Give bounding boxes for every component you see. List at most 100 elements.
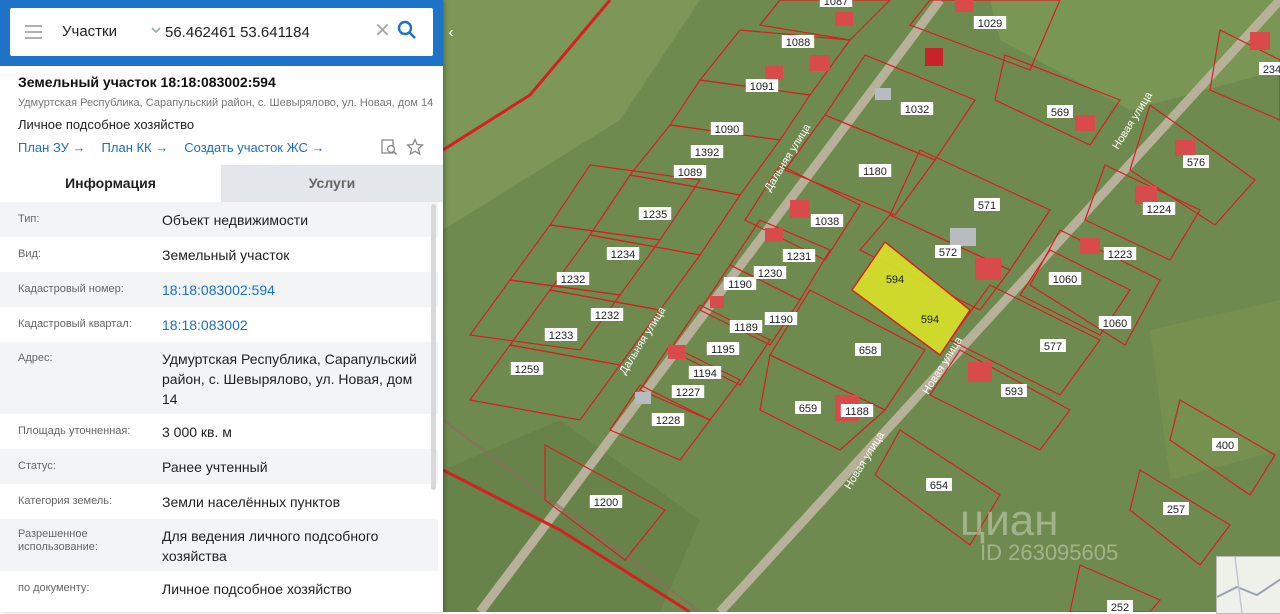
parcel-label: 1038 bbox=[815, 216, 839, 228]
parcel-label: 1189 bbox=[734, 322, 758, 334]
row-label: по документу: bbox=[18, 582, 90, 594]
parcel-label: 1228 bbox=[656, 415, 680, 427]
table-row: Тип: Объект недвижимости bbox=[0, 202, 438, 237]
row-value: Земли населённых пунктов bbox=[162, 494, 341, 510]
minimap-icon bbox=[1217, 557, 1280, 613]
parcel-label: 571 bbox=[978, 200, 996, 212]
parcel-label: 1088 bbox=[786, 37, 810, 49]
parcel-label: 1235 bbox=[643, 209, 667, 221]
parcel-label: 659 bbox=[799, 403, 817, 415]
panel-tabs: Информация Услуги bbox=[0, 165, 443, 202]
parcel-label: 1190 bbox=[728, 279, 752, 291]
table-row: по документу: Личное подсобное хозяйство bbox=[0, 571, 438, 606]
row-value: Для ведения личного подсобного хозяйства bbox=[162, 528, 379, 564]
parcel-label: 1392 bbox=[695, 147, 719, 159]
parcel-label: 1259 bbox=[515, 364, 539, 376]
parcel-label: 400 bbox=[1216, 440, 1234, 452]
row-value: 3 000 кв. м bbox=[162, 424, 232, 440]
panel-scrollbar[interactable] bbox=[431, 204, 436, 490]
row-label: Разрешенное использование: bbox=[18, 528, 98, 553]
row-value: Удмуртская Республика, Сарапульский райо… bbox=[162, 351, 417, 407]
parcel-label: 1195 bbox=[711, 344, 735, 356]
cadastral-quarter-link[interactable]: 18:18:083002 bbox=[162, 315, 428, 335]
table-row: Адрес: Удмуртская Республика, Сарапульск… bbox=[0, 342, 438, 414]
parcel-label: 1194 bbox=[693, 368, 717, 380]
parcel-label: 1232 bbox=[561, 274, 585, 286]
table-row: Вид: Земельный участок bbox=[0, 237, 438, 272]
row-value: Объект недвижимости bbox=[162, 212, 309, 228]
create-parcel-link[interactable]: Создать участок ЖС → bbox=[184, 140, 324, 155]
parcel-links: План ЗУ → План КК → Создать участок ЖС → bbox=[18, 140, 340, 155]
parcel-address: Удмуртская Республика, Сарапульский райо… bbox=[18, 97, 434, 109]
parcel-label: 569 bbox=[1051, 107, 1069, 119]
parcel-use: Личное подсобное хозяйство bbox=[18, 117, 195, 132]
plan-zu-link[interactable]: План ЗУ → bbox=[18, 140, 86, 155]
row-label: Категория земель: bbox=[18, 495, 113, 507]
parcel-label: 1233 bbox=[549, 330, 573, 342]
collapse-icon[interactable]: ‹ bbox=[444, 24, 458, 42]
parcel-label: 1223 bbox=[1108, 249, 1132, 261]
row-label: Кадастровый квартал: bbox=[18, 318, 132, 330]
parcel-label: 576 bbox=[1187, 157, 1205, 169]
row-value: Личное подсобное хозяйство bbox=[162, 581, 352, 597]
parcel-label: 593 bbox=[1005, 386, 1023, 398]
row-value: Земельный участок bbox=[162, 247, 290, 263]
table-row: Статус: Ранее учтенный bbox=[0, 449, 438, 484]
parcel-label: 1227 bbox=[676, 387, 700, 399]
parcel-label: 1231 bbox=[787, 251, 811, 263]
parcel-label: 1190 bbox=[769, 314, 793, 326]
search-icon[interactable] bbox=[397, 20, 417, 40]
chevron-down-icon[interactable] bbox=[150, 24, 162, 36]
parcel-label: 234 bbox=[1263, 64, 1280, 76]
table-row: Площадь уточненная: 3 000 кв. м bbox=[0, 414, 438, 449]
parcel-label: 658 bbox=[859, 345, 877, 357]
parcel-label: 1060 bbox=[1053, 274, 1077, 286]
parcel-label: 577 bbox=[1044, 341, 1062, 353]
tab-information[interactable]: Информация bbox=[0, 165, 221, 202]
parcel-label: 1060 bbox=[1103, 318, 1127, 330]
parcel-label: 1032 bbox=[905, 104, 929, 116]
parcel-label: 594 bbox=[921, 314, 939, 326]
table-row: Категория земель: Земли населённых пункт… bbox=[0, 484, 438, 519]
row-label: Тип: bbox=[18, 213, 40, 225]
table-row: Разрешенное использование: Для ведения л… bbox=[0, 519, 438, 571]
search-box: Участки ✕ bbox=[10, 8, 433, 56]
parcel-label: 257 bbox=[1167, 504, 1185, 516]
search-input[interactable] bbox=[165, 18, 370, 46]
parcel-label: 1087 bbox=[824, 0, 848, 8]
tab-services[interactable]: Услуги bbox=[221, 165, 443, 202]
minimap-thumbnail[interactable] bbox=[1216, 556, 1280, 614]
map-search-icon[interactable] bbox=[380, 138, 398, 156]
clear-icon[interactable]: ✕ bbox=[374, 21, 391, 41]
table-row: Кадастровый номер: 18:18:083002:594 bbox=[0, 272, 438, 307]
parcel-label: 1188 bbox=[845, 406, 869, 418]
parcel-label: 1230 bbox=[758, 268, 782, 280]
parcel-label: 1234 bbox=[611, 249, 635, 261]
parcel-label: 654 bbox=[930, 480, 948, 492]
parcel-label: 1232 bbox=[595, 310, 619, 322]
parcel-label: 572 bbox=[939, 247, 957, 259]
menu-icon[interactable] bbox=[25, 25, 42, 39]
parcel-label: 1224 bbox=[1147, 204, 1171, 216]
plan-kk-link[interactable]: План КК → bbox=[102, 140, 169, 155]
row-label: Адрес: bbox=[18, 352, 53, 364]
table-row: Кадастровый квартал: 18:18:083002 bbox=[0, 307, 438, 342]
layer-select[interactable]: Участки bbox=[62, 8, 162, 56]
row-label: Статус: bbox=[18, 460, 56, 472]
parcel-label: 1180 bbox=[863, 166, 887, 178]
parcel-label: 1029 bbox=[978, 18, 1002, 30]
parcel-label: 1200 bbox=[594, 497, 618, 509]
row-label: Площадь уточненная: bbox=[18, 425, 131, 437]
search-bar: Участки ✕ bbox=[0, 0, 443, 66]
parcel-label: 252 bbox=[1111, 602, 1129, 612]
row-value: Ранее учтенный bbox=[162, 459, 268, 475]
info-panel: Участки ✕ Земельный участок 18:18:083002… bbox=[0, 0, 443, 612]
parcel-label: 1091 bbox=[750, 81, 774, 93]
row-label: Кадастровый номер: bbox=[18, 283, 124, 295]
parcel-label: 1090 bbox=[715, 124, 739, 136]
cadastral-number-link[interactable]: 18:18:083002:594 bbox=[162, 280, 428, 300]
parcel-title: Земельный участок 18:18:083002:594 bbox=[18, 74, 276, 90]
parcel-label: 594 bbox=[886, 274, 904, 286]
star-icon[interactable] bbox=[406, 138, 424, 156]
parcel-label: 1089 bbox=[678, 167, 702, 179]
